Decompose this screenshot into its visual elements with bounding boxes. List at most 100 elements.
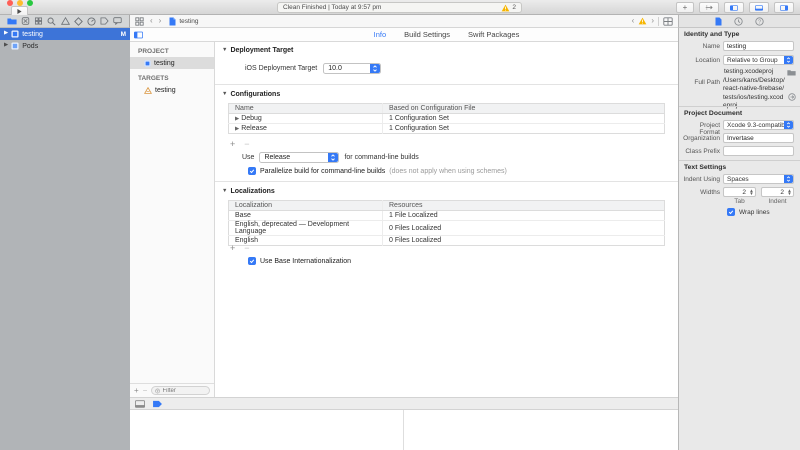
open-path-arrow-icon[interactable] bbox=[788, 93, 796, 101]
command-line-builds-row: Use Release for command-line builds bbox=[242, 152, 419, 163]
toggle-navigator-button[interactable] bbox=[724, 2, 744, 13]
hide-debug-area-icon[interactable] bbox=[135, 400, 145, 408]
parallelize-checkbox-row[interactable]: Parallelize build for command-line build… bbox=[248, 167, 507, 175]
remove-configuration-button[interactable]: − bbox=[244, 141, 249, 148]
toggle-inspector-button[interactable] bbox=[774, 2, 794, 13]
stepper-icon[interactable] bbox=[784, 121, 793, 129]
stepper-icon[interactable] bbox=[370, 64, 380, 73]
toggle-debug-area-button[interactable] bbox=[749, 2, 769, 13]
project-format-dropdown[interactable]: Xcode 9.3-compatible bbox=[723, 120, 794, 130]
tab-width-stepper[interactable]: 2 ▲▼ bbox=[723, 187, 756, 197]
navigator-row-pods[interactable]: ▶ Pods bbox=[0, 40, 130, 52]
table-row[interactable]: English 0 Files Localized bbox=[229, 236, 665, 246]
debug-split-divider[interactable] bbox=[403, 410, 404, 450]
jump-bar-file-name[interactable]: testing bbox=[179, 18, 198, 25]
stepper-icon[interactable] bbox=[784, 175, 793, 183]
breakpoints-toggle-icon[interactable] bbox=[152, 400, 163, 408]
indent-width-value: 2 bbox=[762, 189, 786, 196]
section-deployment-target[interactable]: ▼ Deployment Target bbox=[222, 47, 293, 54]
debug-navigator-tab[interactable] bbox=[87, 17, 96, 26]
wrap-lines-row[interactable]: Wrap lines bbox=[727, 208, 770, 216]
toggle-editor-sidebar-icon[interactable] bbox=[134, 31, 143, 39]
table-row[interactable]: English, deprecated — Development Langua… bbox=[229, 221, 665, 236]
add-configuration-button[interactable]: + bbox=[230, 141, 235, 148]
project-item-testing[interactable]: testing bbox=[130, 57, 214, 69]
disclosure-triangle-icon[interactable]: ▶ bbox=[4, 43, 8, 49]
filter-input[interactable] bbox=[163, 388, 207, 394]
tab-info[interactable]: Info bbox=[374, 30, 387, 39]
project-icon bbox=[144, 60, 151, 67]
minimize-window-button[interactable] bbox=[17, 0, 23, 6]
quick-help-inspector-tab-icon[interactable]: ? bbox=[755, 17, 764, 26]
configurations-add-remove: + − bbox=[230, 141, 250, 148]
editor-tabs: Info Build Settings Swift Packages bbox=[215, 30, 678, 39]
tab-build-settings[interactable]: Build Settings bbox=[404, 30, 450, 39]
filter-field[interactable] bbox=[151, 386, 210, 395]
base-internationalization-row[interactable]: Use Base Internationalization bbox=[248, 257, 351, 265]
editor-options-icon[interactable] bbox=[663, 17, 673, 26]
related-items-icon[interactable] bbox=[135, 17, 144, 26]
editor-arrangement-button[interactable] bbox=[699, 2, 719, 13]
class-prefix-field[interactable] bbox=[723, 146, 794, 156]
column-header[interactable]: Resources bbox=[383, 201, 665, 211]
breakpoint-navigator-tab[interactable] bbox=[100, 17, 109, 25]
target-item-testing[interactable]: testing bbox=[130, 84, 214, 96]
jump-bar-warning-icon[interactable] bbox=[638, 17, 647, 25]
deployment-target-combo[interactable]: 10.0 bbox=[323, 63, 381, 74]
section-localizations[interactable]: ▼ Localizations bbox=[222, 188, 275, 195]
previous-issue-button[interactable]: ‹ bbox=[632, 17, 635, 25]
checkbox-checked-icon[interactable] bbox=[248, 167, 256, 175]
command-line-config-combo[interactable]: Release bbox=[259, 152, 339, 163]
source-control-navigator-tab[interactable] bbox=[21, 17, 30, 25]
section-disclosure-icon[interactable]: ▼ bbox=[222, 48, 227, 54]
table-row[interactable]: ▶ Debug 1 Configuration Set bbox=[229, 114, 665, 124]
reveal-folder-icon[interactable] bbox=[787, 69, 796, 76]
stepper-icon[interactable] bbox=[784, 56, 793, 64]
close-window-button[interactable] bbox=[7, 0, 13, 6]
section-title: Deployment Target bbox=[230, 47, 293, 54]
column-header[interactable]: Name bbox=[229, 104, 383, 114]
indent-width-stepper[interactable]: 2 ▲▼ bbox=[761, 187, 794, 197]
section-configurations[interactable]: ▼ Configurations bbox=[222, 91, 280, 98]
column-header[interactable]: Based on Configuration File bbox=[383, 104, 665, 114]
report-navigator-tab[interactable] bbox=[113, 17, 122, 25]
tab-swift-packages[interactable]: Swift Packages bbox=[468, 30, 519, 39]
stepper-icon[interactable] bbox=[328, 153, 338, 162]
warning-badge[interactable]: 2 bbox=[501, 4, 516, 12]
indent-using-dropdown[interactable]: Spaces bbox=[723, 174, 794, 184]
mini-stepper-icon[interactable]: ▲▼ bbox=[786, 189, 793, 196]
checkbox-checked-icon[interactable] bbox=[248, 257, 256, 265]
section-disclosure-icon[interactable]: ▼ bbox=[222, 189, 227, 195]
find-navigator-tab[interactable] bbox=[47, 17, 56, 26]
add-editor-button[interactable]: + bbox=[676, 2, 694, 13]
column-header[interactable]: Localization bbox=[229, 201, 383, 211]
project-navigator-tab[interactable] bbox=[7, 17, 17, 25]
table-row[interactable]: Base 1 File Localized bbox=[229, 211, 665, 221]
location-dropdown[interactable]: Relative to Group bbox=[723, 55, 794, 65]
navigator-row-testing[interactable]: ▶ testing M bbox=[0, 28, 130, 40]
add-localization-button[interactable]: + bbox=[230, 245, 235, 252]
test-navigator-tab[interactable] bbox=[74, 17, 83, 26]
section-disclosure-icon[interactable]: ▼ bbox=[222, 92, 227, 98]
issue-navigator-tab[interactable] bbox=[61, 17, 70, 25]
zoom-window-button[interactable] bbox=[27, 0, 33, 6]
disclosure-triangle-icon[interactable]: ▶ bbox=[4, 31, 8, 37]
go-forward-button[interactable]: › bbox=[159, 17, 162, 25]
add-item-button[interactable]: + bbox=[134, 387, 139, 394]
file-inspector-tab-icon[interactable] bbox=[715, 17, 722, 26]
history-inspector-tab-icon[interactable] bbox=[734, 17, 743, 26]
checkbox-checked-icon[interactable] bbox=[727, 208, 735, 216]
next-issue-button[interactable]: › bbox=[651, 17, 654, 25]
section-divider bbox=[215, 84, 678, 85]
row-disclosure-icon[interactable]: ▶ bbox=[235, 126, 239, 132]
organization-field[interactable] bbox=[723, 133, 794, 143]
table-row[interactable]: ▶ Release 1 Configuration Set bbox=[229, 124, 665, 134]
remove-item-button[interactable]: − bbox=[143, 387, 148, 394]
filter-icon bbox=[155, 388, 160, 394]
mini-stepper-icon[interactable]: ▲▼ bbox=[748, 189, 755, 196]
name-field[interactable] bbox=[723, 41, 794, 51]
go-back-button[interactable]: ‹ bbox=[150, 17, 153, 25]
remove-localization-button[interactable]: − bbox=[244, 245, 249, 252]
symbol-navigator-tab[interactable] bbox=[34, 17, 43, 25]
row-disclosure-icon[interactable]: ▶ bbox=[235, 116, 239, 122]
